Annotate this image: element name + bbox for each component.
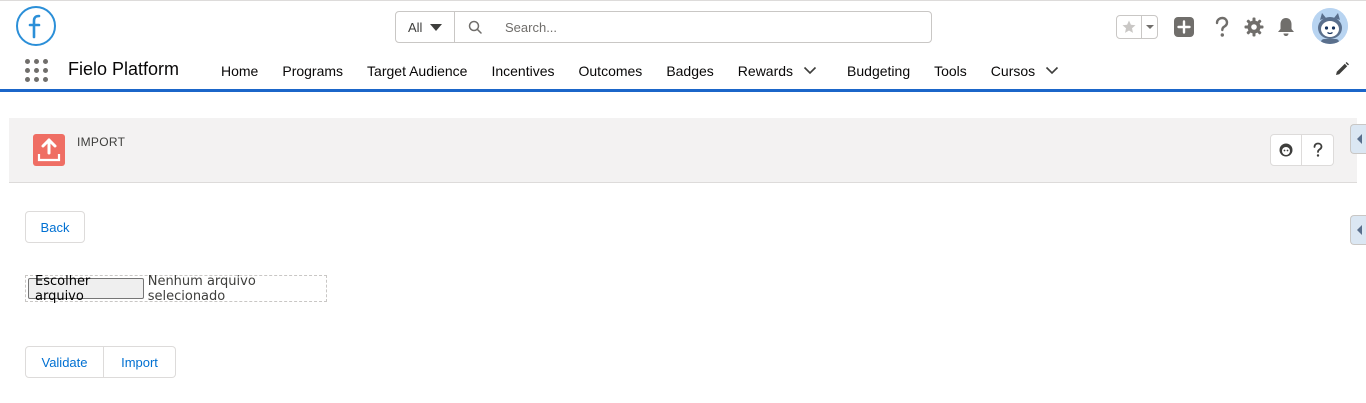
context-bar: Fielo Platform Home Programs Target Audi… — [0, 52, 1366, 92]
nav-item-budgeting[interactable]: Budgeting — [829, 52, 922, 89]
nav-item-label: Budgeting — [847, 62, 911, 79]
nav-item-incentives[interactable]: Incentives — [479, 52, 566, 89]
choose-file-button[interactable]: Escolher arquivo — [28, 274, 144, 304]
nav-item-cursos[interactable]: Cursos — [979, 52, 1071, 89]
help-button[interactable] — [1302, 134, 1334, 166]
setup-gear-icon[interactable] — [1242, 15, 1266, 39]
nav-item-label: Badges — [666, 62, 714, 79]
page-title: IMPORT — [77, 135, 126, 149]
file-upload-field: Escolher arquivo Nenhum arquivo selecion… — [25, 273, 327, 304]
nav-item-label: Tools — [934, 62, 967, 79]
chevron-down-icon[interactable] — [1045, 66, 1059, 75]
nav-item-label: Target Audience — [367, 62, 468, 79]
star-icon[interactable] — [1117, 16, 1141, 38]
nav-item-badges[interactable]: Badges — [654, 52, 725, 89]
nav-item-tools[interactable]: Tools — [922, 52, 979, 89]
question-icon — [1313, 142, 1322, 157]
user-avatar[interactable] — [1312, 8, 1348, 44]
nav-bar: Home Programs Target Audience Incentives… — [209, 52, 1071, 89]
chevron-down-icon[interactable] — [803, 66, 817, 75]
fielo-logo[interactable] — [16, 6, 56, 46]
search-scope-label: All — [408, 19, 423, 35]
search-input[interactable] — [495, 12, 931, 42]
edit-pencil-icon[interactable] — [1334, 61, 1350, 77]
nav-item-label: Home — [221, 62, 259, 79]
nav-item-label: Incentives — [491, 62, 555, 79]
favorites-button[interactable] — [1116, 15, 1158, 39]
nav-item-label: Programs — [282, 62, 344, 79]
astro-helper-button[interactable] — [1270, 134, 1302, 166]
add-icon[interactable] — [1172, 15, 1196, 39]
back-button[interactable]: Back — [25, 211, 85, 243]
helper-face-icon — [1279, 143, 1293, 157]
import-actions-group: Validate Import — [25, 346, 176, 378]
chevron-left-icon — [1356, 225, 1362, 235]
app-launcher-waffle-icon[interactable] — [24, 58, 48, 82]
header-button-group — [1270, 134, 1334, 166]
favorites-dropdown-icon[interactable] — [1141, 16, 1157, 38]
nav-item-target-audience[interactable]: Target Audience — [355, 52, 479, 89]
import-upload-icon — [33, 134, 65, 166]
side-panel-toggle-bottom[interactable] — [1350, 215, 1366, 245]
global-header: All — [0, 0, 1366, 52]
notifications-bell-icon[interactable] — [1274, 15, 1298, 39]
nav-item-programs[interactable]: Programs — [270, 52, 355, 89]
chevron-left-icon — [1356, 134, 1362, 144]
nav-item-label: Outcomes — [578, 62, 643, 79]
import-button[interactable]: Import — [104, 346, 176, 378]
search-scope-dropdown[interactable]: All — [396, 12, 455, 42]
app-name: Fielo Platform — [68, 59, 180, 79]
nav-item-label: Cursos — [990, 62, 1036, 79]
file-status-text: Nenhum arquivo selecionado — [147, 273, 256, 304]
caret-down-icon — [430, 23, 443, 31]
nav-item-rewards[interactable]: Rewards — [726, 52, 829, 89]
page-header: IMPORT — [9, 118, 1357, 183]
validate-button[interactable]: Validate — [25, 346, 104, 378]
fielo-logo-icon — [28, 14, 41, 39]
nav-item-outcomes[interactable]: Outcomes — [567, 52, 655, 89]
nav-item-home[interactable]: Home — [209, 52, 270, 89]
nav-item-label: Rewards — [737, 62, 794, 79]
search-icon — [455, 12, 495, 42]
side-panel-toggle-top[interactable] — [1350, 124, 1366, 154]
help-icon[interactable] — [1210, 15, 1234, 39]
global-search: All — [395, 11, 932, 43]
astro-avatar-icon — [1312, 8, 1348, 44]
